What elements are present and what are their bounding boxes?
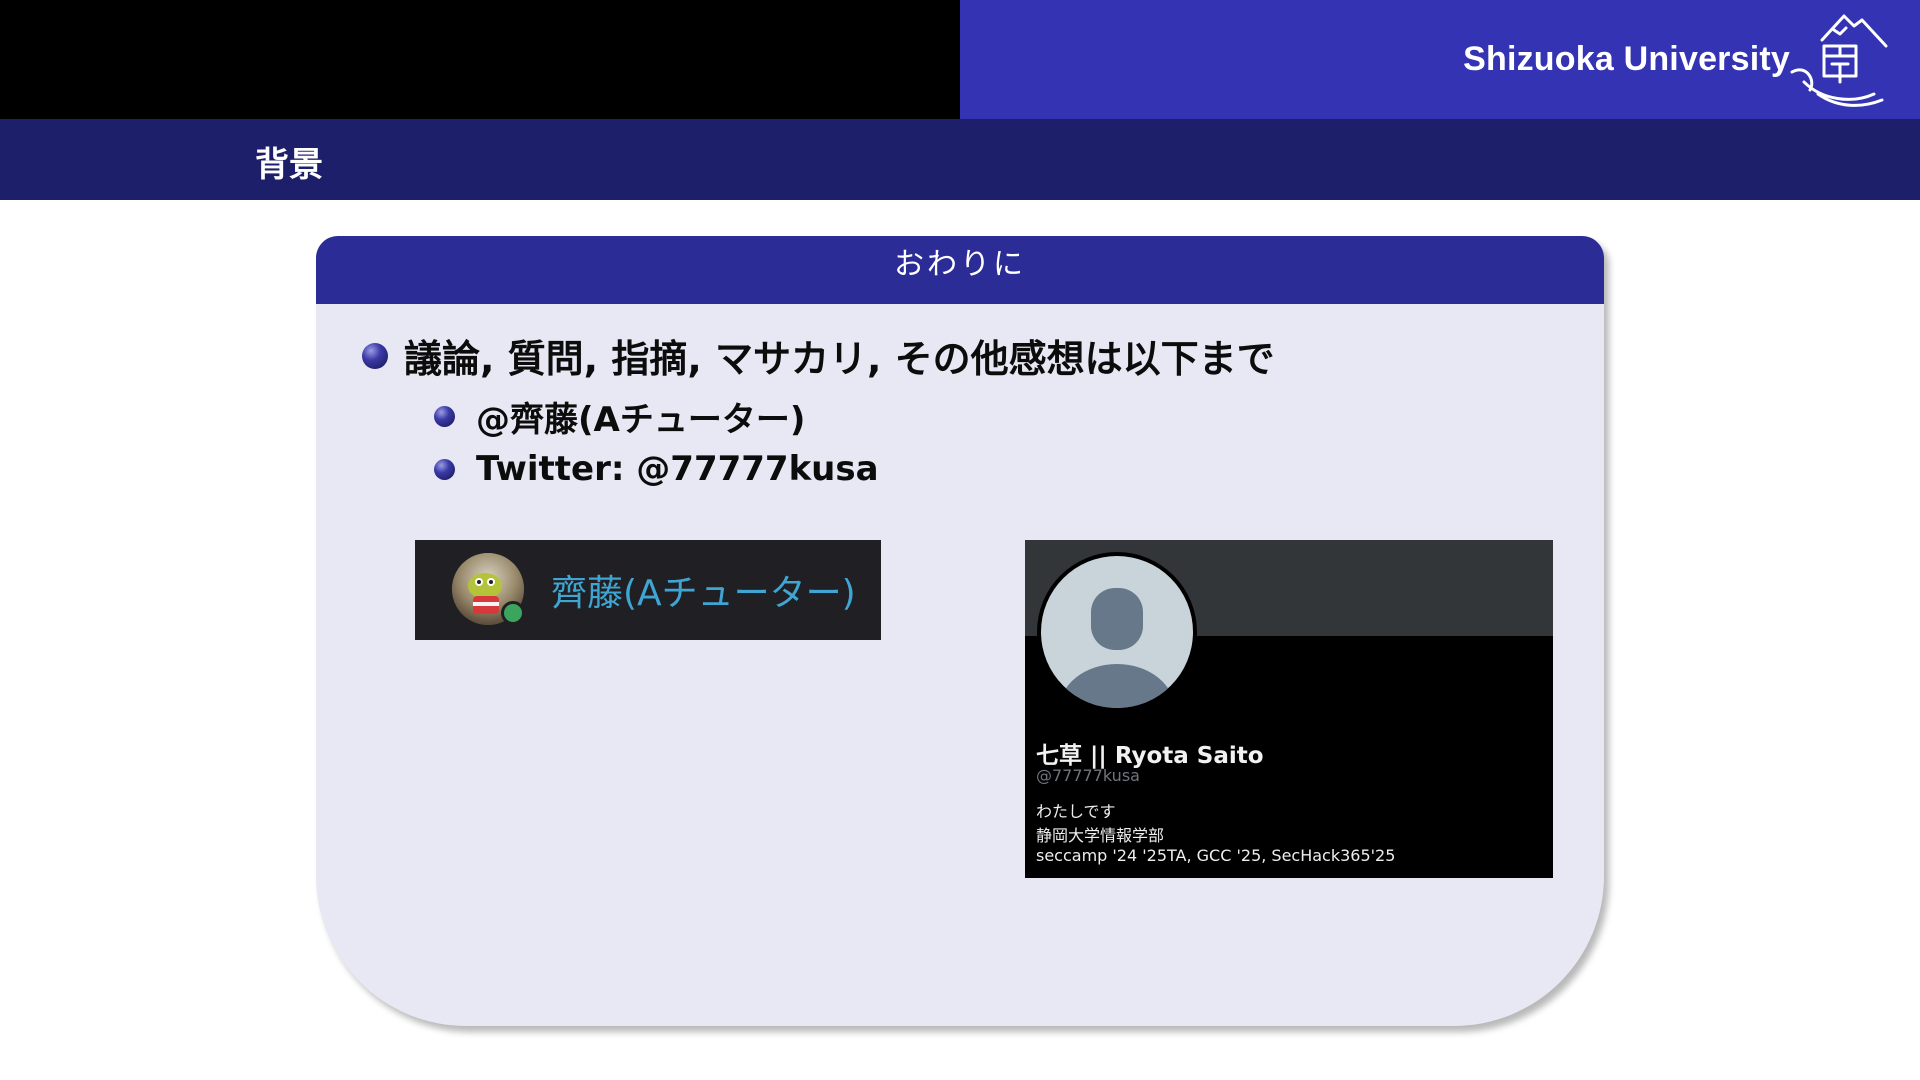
twitter-bio-line: seccamp '24 '25TA, GCC '25, SecHack365'2…: [1036, 846, 1396, 865]
sub-bullet-text: @齊藤(Aチューター): [476, 400, 806, 440]
sub-bullet-discord: @齊藤(Aチューター): [434, 392, 805, 441]
university-name: Shizuoka University: [1463, 40, 1790, 78]
default-profile-icon: [1037, 552, 1197, 712]
ball-bullet-icon: [362, 342, 388, 369]
twitter-bio-line: 静岡大学情報学部: [1036, 826, 1165, 845]
ball-bullet-icon: [434, 458, 455, 480]
bullet-item-main: 議論, 質問, 指摘, マサカリ, その他感想は以下まで: [362, 328, 1275, 383]
block-title: おわりに: [316, 236, 1604, 304]
online-status-icon: [504, 604, 522, 622]
header-left-band: [0, 0, 960, 119]
section-bar: 背景: [0, 119, 1920, 200]
section-title: 背景: [255, 145, 323, 185]
university-crest-icon: [1790, 14, 1888, 107]
content-block: おわりに 議論, 質問, 指摘, マサカリ, その他感想は以下まで @齊藤(Aチ…: [316, 236, 1604, 1026]
twitter-bio-line: わたしです: [1036, 802, 1116, 821]
twitter-profile-card: 七草 || Ryota Saito @77777kusa わたしです 静岡大学情…: [1025, 540, 1553, 878]
bullet-text: 議論, 質問, 指摘, マサカリ, その他感想は以下まで: [404, 337, 1275, 381]
sub-bullet-twitter: Twitter: @77777kusa: [434, 449, 879, 489]
discord-display-name: 齊藤(Aチューター): [551, 573, 856, 614]
twitter-handle: @77777kusa: [1036, 766, 1140, 785]
sub-bullet-text: Twitter: @77777kusa: [476, 449, 879, 489]
twitter-display-name: 七草 || Ryota Saito: [1036, 743, 1264, 769]
header-right-band: Shizuoka University: [960, 0, 1920, 119]
ball-bullet-icon: [434, 406, 455, 427]
discord-avatar-icon: [452, 553, 525, 625]
discord-profile-card: 齊藤(Aチューター): [415, 540, 881, 640]
